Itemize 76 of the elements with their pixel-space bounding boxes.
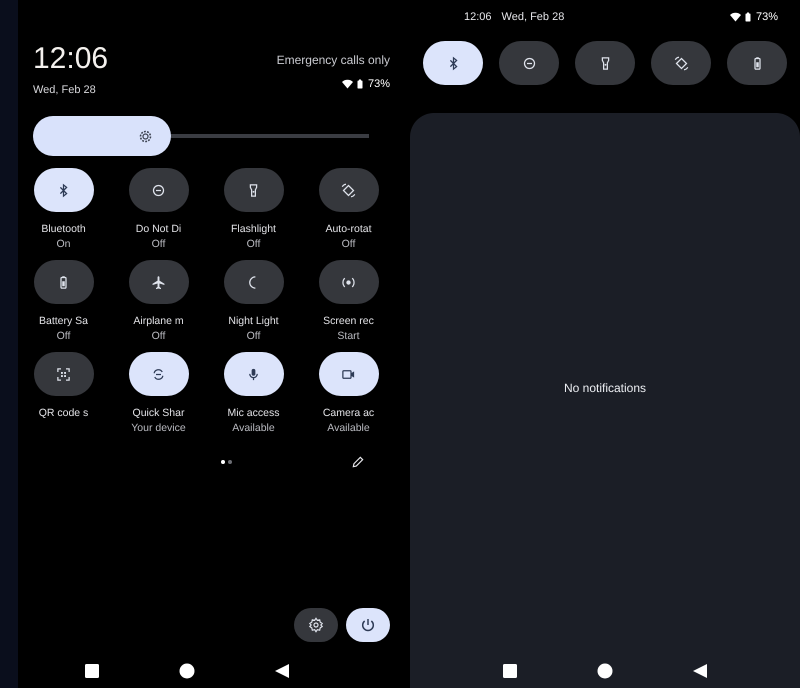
edit-icon[interactable] [351, 455, 365, 469]
toggle-button[interactable] [318, 352, 378, 396]
share-circle-icon [151, 366, 166, 382]
page-dot[interactable] [228, 460, 232, 464]
wifi-icon [340, 79, 354, 89]
tile-label: Night Light [228, 315, 279, 328]
tile-status: Available [327, 422, 370, 435]
toggle-button[interactable] [34, 352, 94, 396]
toggle-button[interactable] [128, 352, 188, 396]
page-dot[interactable] [221, 460, 225, 464]
toggle-button[interactable] [318, 168, 378, 212]
toggle-button[interactable] [575, 41, 635, 85]
toggle-button[interactable] [727, 41, 787, 85]
tile-status: Available [232, 422, 275, 435]
tile-label: Auto-rotat [325, 223, 372, 236]
tile-label: Bluetooth [41, 223, 86, 236]
battery-percent: 73% [368, 78, 390, 90]
tile-status: Start [337, 330, 360, 343]
brightness-icon [138, 128, 153, 144]
brightness-fill[interactable] [33, 116, 171, 156]
tile-status: Off [246, 238, 260, 251]
toggle-button[interactable] [423, 41, 483, 85]
date-text: Wed, Feb 28 [33, 84, 97, 96]
screen-record-icon [341, 274, 356, 290]
rotate-icon [341, 182, 356, 198]
carrier-text: Emergency calls only [276, 53, 390, 67]
tile-label: Camera ac [322, 407, 374, 420]
tile-label: QR code s [38, 407, 88, 420]
toggle-button[interactable] [34, 260, 94, 304]
tile-label: Quick Shar [132, 407, 184, 420]
rotate-icon [674, 56, 688, 70]
tile-label: Mic access [228, 407, 280, 420]
tile-status: Off [246, 330, 260, 343]
microphone-icon [246, 366, 261, 382]
tile-label: Do Not Di [136, 223, 182, 236]
empty-message: No notifications [562, 380, 648, 396]
settings-icon [308, 617, 324, 633]
tile-label: Airplane m [133, 315, 184, 328]
toggle-button[interactable] [318, 260, 378, 304]
minus-circle-icon [522, 56, 536, 70]
settings-button[interactable] [294, 608, 338, 642]
back-button[interactable] [274, 663, 290, 679]
clock-time: 12:06 [33, 42, 108, 76]
toggle-button[interactable] [224, 260, 284, 304]
toggle-button[interactable] [224, 168, 284, 212]
tile-label: Screen rec [323, 315, 374, 328]
power-icon [360, 617, 376, 633]
tile-status: Off [152, 330, 166, 343]
recents-button[interactable] [502, 663, 518, 679]
status-time: 12:06 [464, 11, 492, 23]
battery-icon [356, 79, 363, 89]
back-button[interactable] [692, 663, 708, 679]
battery-icon [744, 12, 751, 22]
minus-circle-icon [151, 182, 166, 198]
power-button[interactable] [346, 608, 390, 642]
toggle-button[interactable] [34, 168, 94, 212]
toggle-button[interactable] [128, 260, 188, 304]
toggle-button[interactable] [224, 352, 284, 396]
tile-status: Off [56, 330, 70, 343]
qr-scan-icon [56, 366, 71, 382]
home-button[interactable] [597, 663, 613, 679]
toggle-button[interactable] [128, 168, 188, 212]
tile-label: Flashlight [231, 223, 276, 236]
tile-status: On [56, 238, 70, 251]
battery-percent: 73% [756, 11, 778, 23]
airplane-icon [151, 274, 166, 290]
tile-label: Battery Sa [38, 315, 88, 328]
tile-status: Your device [131, 422, 186, 435]
tile-status: Off [152, 238, 166, 251]
toggle-button[interactable] [651, 41, 711, 85]
home-button[interactable] [178, 663, 194, 679]
tile-status: Off [342, 238, 356, 251]
status-date: Wed, Feb 28 [502, 11, 564, 23]
toggle-button[interactable] [499, 41, 559, 85]
wifi-icon [728, 12, 742, 22]
recents-button[interactable] [84, 663, 100, 679]
